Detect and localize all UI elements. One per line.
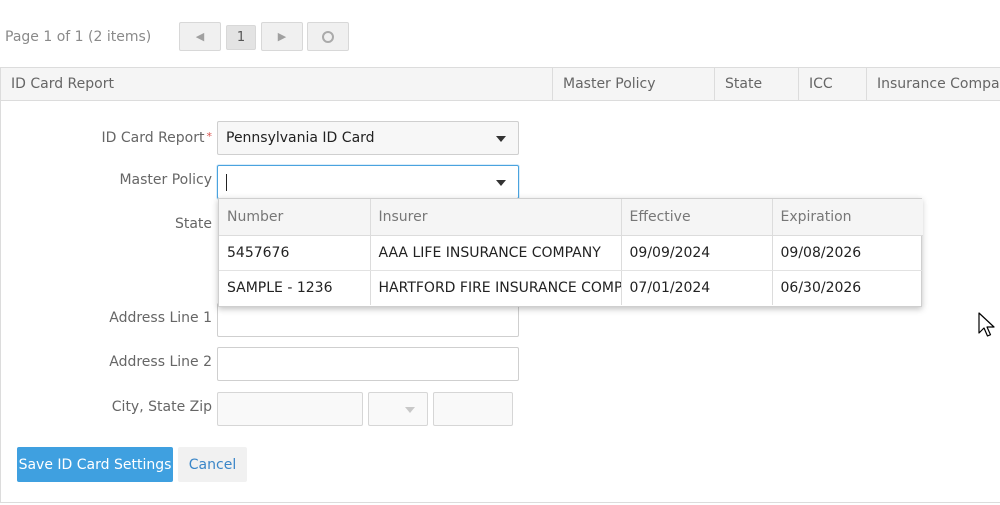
column-header-id-card-report[interactable]: ID Card Report [0,68,553,101]
grid-header: ID Card Report Master Policy State ICC I… [0,67,1000,101]
policy-number: 5457676 [219,235,371,271]
zip-input[interactable] [433,392,513,426]
policy-expiration: 06/30/2026 [780,279,862,296]
id-card-report-dropdown[interactable]: Pennsylvania ID Card [217,121,519,155]
dropdown-header-number: Number [219,199,371,236]
state-select[interactable] [368,392,428,426]
address-line-2-input[interactable] [217,347,519,381]
dropdown-header-row: Number Insurer Effective Expiration [219,199,923,236]
column-header-master-policy[interactable]: Master Policy [553,68,715,101]
dropdown-header-insurer: Insurer [370,199,622,236]
policy-insurer: AAA LIFE INSURANCE COMPANY [370,235,622,271]
policy-effective: 07/01/2024 [621,270,773,305]
previous-page-button[interactable]: ◀ [179,22,221,51]
cancel-button[interactable]: Cancel [178,447,247,482]
text-cursor [226,174,227,191]
master-policy-dropdown-list: Number Insurer Effective Expiration 5457… [218,198,923,307]
column-header-insurance-company[interactable]: Insurance Company [867,68,1000,101]
required-indicator: * [206,130,213,143]
policy-effective: 09/09/2024 [621,235,773,271]
triangle-left-icon: ◀ [195,30,205,43]
master-policy-combobox[interactable] [217,165,519,199]
dropdown-header-expiration: Expiration [772,199,923,236]
chevron-down-icon [496,136,506,142]
next-page-button[interactable]: ▶ [261,22,303,51]
policy-option-row[interactable]: 5457676 AAA LIFE INSURANCE COMPANY 09/09… [219,235,923,271]
city-input[interactable] [217,392,363,426]
triangle-right-icon: ▶ [277,30,287,43]
refresh-icon [322,30,334,43]
policy-insurer: HARTFORD FIRE INSURANCE COMPANY [370,270,622,305]
address-line-1-label: Address Line 1 [109,310,212,326]
address-line-2-label: Address Line 2 [109,354,212,370]
id-card-report-value: Pennsylvania ID Card [226,130,375,146]
page-number-button[interactable]: 1 [226,25,256,50]
policy-option-row[interactable]: SAMPLE - 1236 HARTFORD FIRE INSURANCE CO… [219,270,923,305]
id-card-report-label: ID Card Report * [101,130,213,146]
chevron-down-icon [405,407,415,413]
pager-info: Page 1 of 1 (2 items) [5,29,152,45]
state-label: State [174,216,212,232]
column-header-state[interactable]: State [715,68,799,101]
column-header-icc[interactable]: ICC [799,68,867,101]
master-policy-label: Master Policy [119,172,212,188]
chevron-down-icon [496,180,506,186]
policy-expiration: 09/08/2026 [772,235,923,271]
city-state-zip-label: City, State Zip [111,399,212,415]
save-id-card-settings-button[interactable]: Save ID Card Settings [17,447,173,482]
address-line-1-input[interactable] [217,303,519,337]
dropdown-header-effective: Effective [621,199,773,236]
refresh-button[interactable] [307,22,349,51]
policy-number: SAMPLE - 1236 [219,270,371,305]
mouse-pointer-icon [978,312,995,337]
